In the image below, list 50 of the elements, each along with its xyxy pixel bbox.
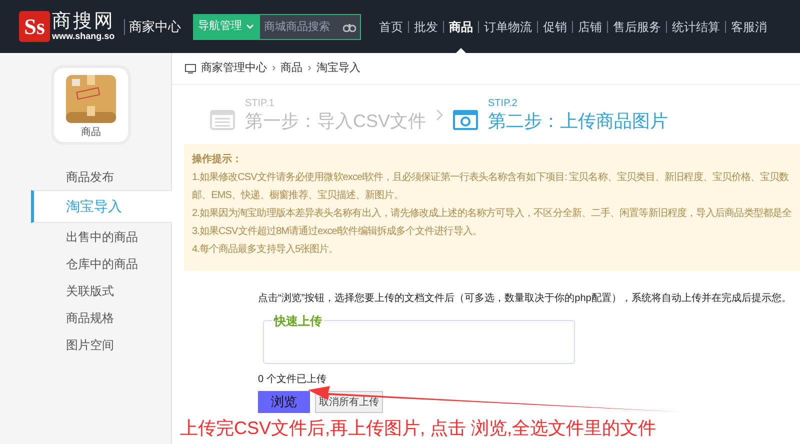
- list-icon: [210, 110, 235, 130]
- sidebar-item[interactable]: 图片空间: [0, 331, 171, 358]
- binoculars-icon: [343, 22, 356, 32]
- camera-icon: [453, 110, 478, 130]
- nav-tab[interactable]: 统计结算: [667, 0, 725, 53]
- annotation-text: 上传完CSV文件后,再上传图片, 点击 浏览,全选文件里的文件: [180, 417, 656, 440]
- sidebar-item[interactable]: 商品规格: [0, 304, 171, 331]
- tip-text: 4.每个商品最多支持导入5张图片。: [192, 242, 340, 257]
- tip-text: 3.如果CSV文件超过8M请通过excel软件编辑拆成多个文件进行导入。: [192, 224, 483, 239]
- nav-tab[interactable]: 商品: [444, 0, 478, 53]
- module-label: 商品: [81, 126, 101, 140]
- breadcrumb-link[interactable]: 商品: [280, 60, 303, 77]
- module-card[interactable]: 商品: [54, 68, 128, 142]
- nav-tab[interactable]: 首页: [374, 0, 408, 53]
- tip-text: 1.如果修改CSV文件请务必使用微软excel软件，且必须保证第一行表头名称含有如下项目: 宝贝名称、宝贝类目、新旧程度、宝贝价格、宝贝数: [192, 170, 790, 185]
- sidebar-item[interactable]: 仓库中的商品: [0, 250, 171, 277]
- breadcrumb-separator: ›: [308, 61, 312, 76]
- monitor-icon: [185, 64, 196, 74]
- center-title: 商家中心: [129, 18, 181, 36]
- sidebar-item[interactable]: 关联版式: [0, 277, 171, 304]
- nav-tab[interactable]: 客服消: [726, 0, 772, 53]
- nav-tab[interactable]: 店铺: [573, 0, 607, 53]
- step-title: 第二步：上传商品图片: [488, 112, 668, 130]
- chevron-right-icon: [436, 108, 444, 120]
- tip-text: 邮、EMS、快递、橱窗推荐、宝贝描述、新图片。: [192, 188, 404, 203]
- breadcrumb-link[interactable]: 商家管理中心: [201, 60, 267, 77]
- chevron-down-icon: [246, 24, 254, 30]
- step-tag: STIP.2: [488, 99, 668, 109]
- tips-title: 操作提示：: [192, 152, 243, 167]
- nav-tab[interactable]: 批发: [409, 0, 443, 53]
- step-title: 第一步：导入CSV文件: [245, 112, 426, 130]
- active-pointer-icon: [456, 48, 466, 53]
- sidebar-item[interactable]: 商品发布: [0, 163, 171, 190]
- logo-mark: Ss: [19, 11, 50, 42]
- upload-instruction: 点击“浏览”按钮，选择您要上传的文档文件后（可多选，数量取决于你的php配置），系统将自动上传并在完成后提示您。: [258, 292, 792, 306]
- upload-status: 0 个文件已上传: [258, 372, 326, 387]
- tip-text: 2.如果因为淘宝助理版本差异表头名称有出入，请先修改成上述的名称方可导入，不区分全新、二手、闲置等新旧程度，导入后商品类型都是全: [192, 206, 793, 221]
- upload-box-legend: 快速上传: [272, 312, 324, 330]
- logo-name: 商搜网: [52, 12, 115, 31]
- nav-tab[interactable]: 促销: [538, 0, 572, 53]
- nav-tab[interactable]: 售后服务: [608, 0, 666, 53]
- breadcrumb-separator: ›: [272, 61, 276, 76]
- breadcrumb-link[interactable]: 淘宝导入: [316, 60, 360, 77]
- browse-button[interactable]: 浏览: [258, 391, 310, 413]
- nav-tab[interactable]: 订单物流: [479, 0, 537, 53]
- search-field[interactable]: 商城商品搜索: [259, 14, 361, 40]
- cardboard-box-icon: [65, 74, 117, 124]
- logo-url: www.shang.so: [52, 32, 115, 41]
- sidebar-item[interactable]: 出售中的商品: [0, 223, 171, 250]
- step-tag: STIP.1: [245, 99, 426, 109]
